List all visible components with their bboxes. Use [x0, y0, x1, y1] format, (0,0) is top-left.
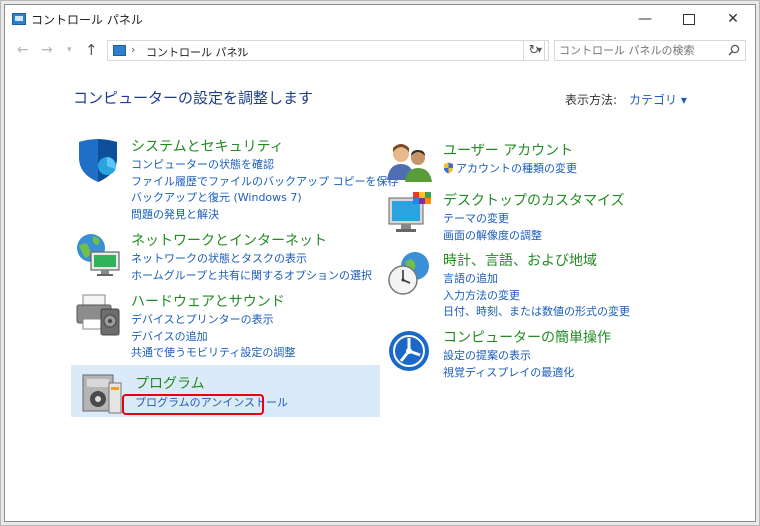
category-title[interactable]: デスクトップのカスタマイズ	[443, 190, 625, 210]
link-devices-printers[interactable]: デバイスとプリンターの表示	[131, 312, 295, 329]
link-mobility-settings[interactable]: 共通で使うモビリティ設定の調整	[131, 345, 295, 362]
uac-shield-icon	[444, 162, 453, 174]
category-programs: プログラム プログラムのアンインストール	[71, 365, 380, 417]
category-title[interactable]: プログラム	[135, 373, 205, 393]
search-icon[interactable]	[728, 44, 740, 56]
breadcrumb-separator[interactable]: ›	[131, 43, 135, 56]
view-by-label: 表示方法:	[565, 93, 618, 107]
network-globe-icon[interactable]	[73, 230, 123, 278]
forward-button[interactable]: →	[41, 42, 53, 58]
outer-frame: コントロール パネル — ✕ ← → ▾ ↑ › コントロール パネル › ▾ …	[0, 0, 760, 526]
link-add-device[interactable]: デバイスの追加	[131, 329, 295, 346]
printer-icon[interactable]	[73, 291, 123, 339]
control-panel-icon	[113, 45, 126, 56]
category-personalization: デスクトップのカスタマイズ テーマの変更 画面の解像度の調整	[385, 190, 685, 246]
ease-of-access-icon[interactable]	[385, 327, 435, 375]
link-uninstall-program[interactable]: プログラムのアンインストール	[135, 395, 288, 412]
link-change-date-time-format[interactable]: 日付、時刻、または数値の形式の変更	[443, 304, 630, 321]
link-text[interactable]: アカウントの種類の変更	[456, 162, 577, 175]
programs-icon[interactable]	[79, 369, 129, 417]
minimize-button[interactable]: —	[623, 5, 667, 33]
refresh-button[interactable]: ↻	[523, 40, 545, 61]
navigation-bar: ← → ▾ ↑ › コントロール パネル › ▾ ↻	[5, 37, 755, 65]
window-title: コントロール パネル	[31, 13, 143, 27]
title-bar[interactable]: コントロール パネル — ✕	[5, 5, 755, 33]
link-adjust-resolution[interactable]: 画面の解像度の調整	[443, 228, 542, 245]
control-panel-window: コントロール パネル — ✕ ← → ▾ ↑ › コントロール パネル › ▾ …	[4, 4, 756, 522]
maximize-button[interactable]	[667, 5, 711, 33]
category-clock-language-region: 時計、言語、および地域 言語の追加 入力方法の変更 日付、時刻、または数値の形式…	[385, 250, 705, 320]
link-file-history-backup[interactable]: ファイル履歴でファイルのバックアップ コピーを保存	[131, 174, 399, 191]
page-title: コンピューターの設定を調整します	[73, 89, 314, 107]
back-button[interactable]: ←	[17, 42, 29, 58]
breadcrumb-control-panel[interactable]: コントロール パネル	[146, 44, 249, 60]
category-ease-of-access: コンピューターの簡単操作 設定の提案の表示 視覚ディスプレイの最適化	[385, 327, 685, 383]
control-panel-icon	[12, 13, 26, 25]
category-title[interactable]: ネットワークとインターネット	[131, 230, 327, 250]
category-system-security: システムとセキュリティ コンピューターの状態を確認 ファイル履歴でファイルのバッ…	[73, 136, 399, 226]
link-change-input-method[interactable]: 入力方法の変更	[443, 288, 630, 305]
category-title[interactable]: システムとセキュリティ	[131, 136, 284, 156]
category-hardware-sound: ハードウェアとサウンド デバイスとプリンターの表示 デバイスの追加 共通で使うモ…	[73, 291, 373, 361]
clock-globe-icon[interactable]	[385, 250, 435, 298]
link-get-recommendations[interactable]: 設定の提案の表示	[443, 348, 574, 365]
category-title[interactable]: ユーザー アカウント	[443, 140, 573, 160]
link-change-theme[interactable]: テーマの変更	[443, 211, 542, 228]
link-backup-restore-win7[interactable]: バックアップと復元 (Windows 7)	[131, 190, 399, 207]
category-title[interactable]: コンピューターの簡単操作	[443, 327, 611, 347]
address-bar[interactable]: › コントロール パネル › ▾	[107, 40, 549, 61]
close-button[interactable]: ✕	[711, 5, 755, 33]
link-homegroup-sharing[interactable]: ホームグループと共有に関するオプションの選択	[131, 268, 372, 285]
shield-icon[interactable]	[73, 136, 123, 184]
category-user-accounts: ユーザー アカウント アカウントの種類の変更	[385, 140, 685, 186]
monitor-palette-icon[interactable]	[385, 190, 435, 238]
users-icon[interactable]	[385, 140, 435, 188]
link-change-account-type[interactable]: アカウントの種類の変更	[443, 161, 577, 178]
category-network-internet: ネットワークとインターネット ネットワークの状態とタスクの表示 ホームグループと…	[73, 230, 373, 290]
category-title[interactable]: 時計、言語、および地域	[443, 250, 597, 270]
link-find-fix-problems[interactable]: 問題の発見と解決	[131, 207, 399, 224]
recent-locations-dropdown[interactable]: ▾	[67, 45, 72, 55]
category-title[interactable]: ハードウェアとサウンド	[131, 291, 285, 311]
breadcrumb-separator[interactable]: ›	[237, 43, 241, 56]
view-by-dropdown[interactable]: カテゴリ ▾	[629, 91, 687, 108]
link-check-computer-status[interactable]: コンピューターの状態を確認	[131, 157, 399, 174]
maximize-icon	[683, 13, 695, 25]
search-input[interactable]	[559, 42, 719, 59]
link-add-language[interactable]: 言語の追加	[443, 271, 630, 288]
up-button[interactable]: ↑	[85, 41, 98, 59]
link-network-status-tasks[interactable]: ネットワークの状態とタスクの表示	[131, 251, 372, 268]
search-box[interactable]	[554, 40, 746, 61]
link-optimize-display[interactable]: 視覚ディスプレイの最適化	[443, 365, 574, 382]
